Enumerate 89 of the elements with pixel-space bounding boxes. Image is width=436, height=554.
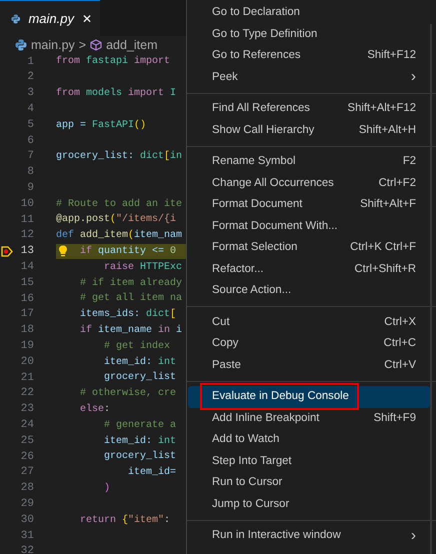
line-number: 8 <box>26 165 34 180</box>
line-number: 3 <box>26 86 34 102</box>
menu-item[interactable]: Add Inline Breakpoint Shift+F9 <box>188 408 430 429</box>
line-number: 21 <box>20 370 34 386</box>
menu-item[interactable]: Evaluate in Debug Console <box>188 386 430 408</box>
breadcrumb-separator: > <box>78 36 86 54</box>
menu-item[interactable]: Go to Declaration <box>188 2 430 24</box>
menu-item[interactable]: Paste Ctrl+V <box>188 354 430 376</box>
menu-item[interactable]: Copy Ctrl+C <box>188 333 430 354</box>
line-number: 4 <box>26 102 34 118</box>
code-line: app = FastAPI() <box>56 118 146 133</box>
menu-item[interactable]: Run to Cursor <box>188 472 430 494</box>
line-number: 27 <box>20 465 34 480</box>
menu-item[interactable]: Step Into Target <box>188 450 430 472</box>
code-line: @app.post("/items/{i <box>56 212 176 228</box>
line-number: 23 <box>20 402 34 418</box>
code-line: from models import I <box>56 86 176 101</box>
code-line: # Route to add an ite <box>56 198 182 212</box>
code-line: from fastapi import <box>56 54 170 70</box>
line-number: 28 <box>20 481 34 496</box>
code-line: ) <box>103 482 110 496</box>
line-number: 15 <box>20 276 34 291</box>
line-number: 22 <box>20 386 34 402</box>
menu-item[interactable]: Show Call Hierarchy Shift+Alt+H <box>188 120 430 141</box>
line-number: 6 <box>26 134 34 149</box>
line-number: 31 <box>20 528 34 544</box>
line-number: 26 <box>20 450 34 465</box>
menu-item[interactable]: Format Document Shift+Alt+F <box>188 194 430 216</box>
code-line: # generate a <box>103 418 176 433</box>
line-number: 13 <box>20 244 34 260</box>
line-number: 17 <box>20 307 34 322</box>
line-number: 5 <box>26 118 34 133</box>
menu-item[interactable]: Find All References Shift+Alt+F12 <box>188 98 430 120</box>
code-line: item_id= <box>127 466 176 480</box>
lightbulb-icon[interactable] <box>58 245 68 258</box>
line-number: 20 <box>20 354 34 370</box>
code-line: # otherwise, cre <box>79 386 176 402</box>
code-line: item_id: int <box>103 434 176 449</box>
code-line: if item_name in i <box>79 324 182 338</box>
line-number: 25 <box>20 434 34 449</box>
code-line: # get index <box>103 340 170 354</box>
cube-icon <box>90 39 102 51</box>
code-line: items_ids: dict[ <box>79 308 176 322</box>
code-line: grocery_list <box>103 450 176 464</box>
menu-item[interactable]: Add to Watch <box>188 429 430 450</box>
line-number: 19 <box>20 339 34 354</box>
line-number: 2 <box>26 70 34 86</box>
menu-item[interactable]: Run in Interactive window › <box>188 525 430 546</box>
code-line: return {"item": <box>79 514 170 528</box>
code-line: # get all item na <box>79 292 182 306</box>
line-number: 30 <box>20 512 34 528</box>
close-icon[interactable]: ✕ <box>82 10 92 28</box>
menu-item[interactable]: Go to References Shift+F12 <box>188 45 430 66</box>
menu-item[interactable]: Rename Symbol F2 <box>188 151 430 172</box>
menu-item[interactable]: Cut Ctrl+X <box>188 312 430 333</box>
line-number: 7 <box>26 149 34 164</box>
breadcrumb-file[interactable]: main.py <box>31 36 75 54</box>
menu-item[interactable]: Format Document With... <box>188 216 430 237</box>
python-icon <box>11 12 20 24</box>
code-line: grocery_list <box>103 370 176 386</box>
menu-item[interactable]: Source Action... <box>188 280 430 302</box>
code-line: # if item already <box>79 276 182 291</box>
menu-item[interactable]: Refactor... Ctrl+Shift+R <box>188 258 430 280</box>
line-number: 14 <box>20 260 34 276</box>
menu-item[interactable]: Peek › <box>188 66 430 88</box>
code-line: grocery_list: dict[in <box>56 150 182 164</box>
line-number: 12 <box>20 228 34 244</box>
line-number: 10 <box>20 196 34 212</box>
python-icon <box>15 39 27 51</box>
line-number: 18 <box>20 323 34 338</box>
line-number: 11 <box>20 212 34 228</box>
menu-item[interactable]: Jump to Cursor <box>188 494 430 515</box>
line-number: 9 <box>26 181 34 196</box>
line-number: 1 <box>26 54 34 70</box>
menu-item[interactable]: Go to Type Definition <box>188 24 430 45</box>
breadcrumb-symbol[interactable]: add_item <box>106 36 158 54</box>
code-line: if quantity <= 0 <box>80 244 176 259</box>
code-line: def add_item(item_nam <box>56 228 182 244</box>
menu-item[interactable]: Format Selection Ctrl+K Ctrl+F <box>188 237 430 258</box>
code-line: item_id: int <box>103 356 176 370</box>
line-number: 29 <box>20 496 34 512</box>
tab-title: main.py <box>28 10 74 28</box>
code-line: raise HTTPExc <box>103 260 182 275</box>
line-number: 32 <box>20 544 34 554</box>
line-number: 16 <box>20 292 34 307</box>
code-line: else: <box>79 402 110 417</box>
menu-item[interactable]: Change All Occurrences Ctrl+F2 <box>188 172 430 194</box>
line-number: 24 <box>20 418 34 433</box>
editor-tab[interactable]: main.py ✕ <box>0 0 100 36</box>
